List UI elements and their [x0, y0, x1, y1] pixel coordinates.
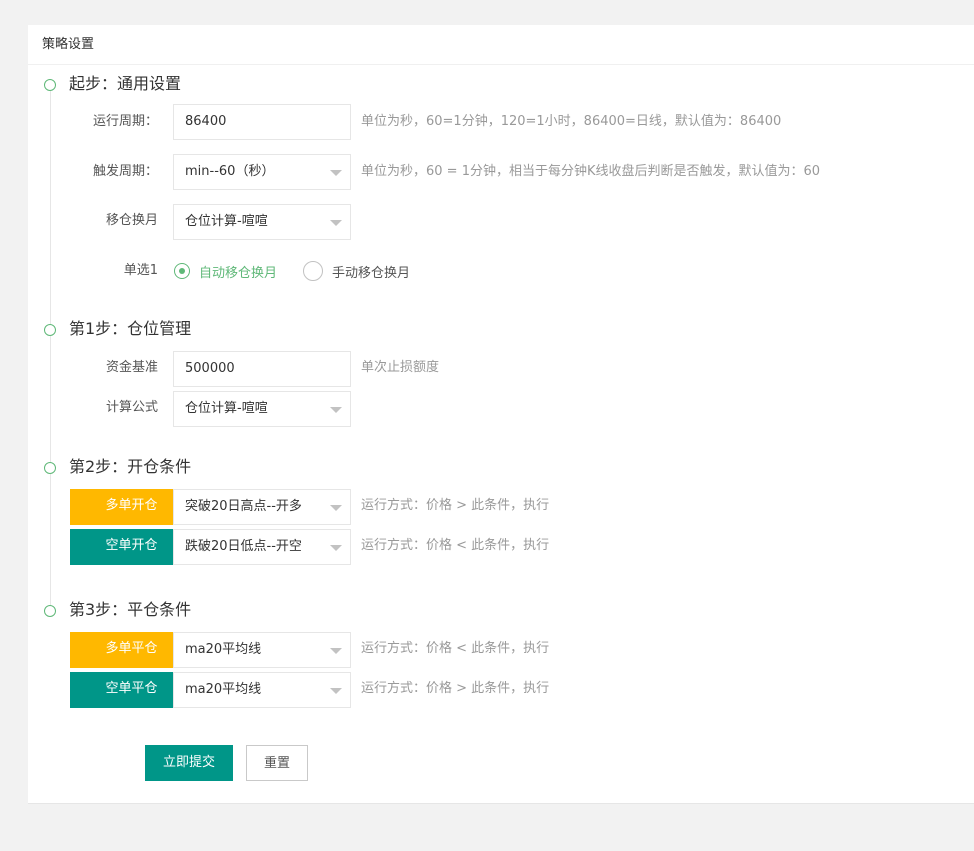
short-close-tag: 空单平仓	[70, 672, 173, 708]
step-dot-icon	[44, 605, 56, 617]
radio-unchecked-icon	[303, 261, 323, 281]
long-close-value: ma20平均线	[185, 642, 262, 657]
step-dot-icon	[44, 79, 56, 91]
timeline-connector	[50, 336, 51, 462]
timeline-connector	[50, 474, 51, 605]
chevron-down-icon	[330, 648, 342, 654]
formula-value: 仓位计算-喧喧	[185, 401, 268, 416]
long-open-tag: 多单开仓	[70, 489, 173, 525]
step-title-close: 第3步：平仓条件	[69, 600, 192, 619]
run-period-hint: 单位为秒，60=1分钟，120=1小时，86400=日线，默认值为：86400	[361, 114, 782, 129]
short-close-value: ma20平均线	[185, 682, 262, 697]
step-dot-icon	[44, 324, 56, 336]
timeline-connector	[50, 91, 51, 324]
chevron-down-icon	[330, 407, 342, 413]
radio-auto-roll-label: 自动移仓换月	[199, 265, 278, 281]
radio-manual-roll-label: 手动移仓换月	[332, 265, 411, 281]
radio-checked-icon	[174, 263, 190, 279]
radio-group-label: 单选1	[123, 263, 158, 278]
capital-hint: 单次止损额度	[361, 360, 440, 375]
short-open-select[interactable]: 跌破20日低点--开空	[173, 529, 351, 565]
short-open-value: 跌破20日低点--开空	[185, 539, 302, 554]
reset-button[interactable]: 重置	[246, 745, 308, 781]
roll-value: 仓位计算-喧喧	[185, 214, 268, 229]
step-title-open: 第2步：开仓条件	[69, 457, 192, 476]
trigger-period-value: min--60（秒）	[185, 164, 275, 179]
radio-auto-roll[interactable]: 自动移仓换月	[174, 261, 277, 281]
short-close-hint: 运行方式：价格 > 此条件，执行	[361, 681, 550, 696]
capital-label: 资金基准	[105, 360, 158, 375]
long-open-value: 突破20日高点--开多	[185, 499, 302, 514]
submit-button[interactable]: 立即提交	[145, 745, 233, 781]
trigger-period-hint: 单位为秒，60 = 1分钟，相当于每分钟K线收盘后判断是否触发，默认值为：60	[361, 164, 821, 179]
chevron-down-icon	[330, 220, 342, 226]
formula-select[interactable]: 仓位计算-喧喧	[173, 391, 351, 427]
formula-label: 计算公式	[105, 400, 158, 415]
run-period-label: 运行周期：	[92, 114, 158, 129]
long-close-hint: 运行方式：价格 < 此条件，执行	[361, 641, 550, 656]
long-close-tag: 多单平仓	[70, 632, 173, 668]
capital-input[interactable]: 500000	[173, 351, 351, 387]
card-header-title: 策略设置	[28, 25, 974, 65]
radio-manual-roll[interactable]: 手动移仓换月	[303, 261, 410, 281]
step-dot-icon	[44, 462, 56, 474]
long-close-select[interactable]: ma20平均线	[173, 632, 351, 668]
chevron-down-icon	[330, 545, 342, 551]
long-open-hint: 运行方式：价格 > 此条件，执行	[361, 498, 550, 513]
step-title-position: 第1步：仓位管理	[69, 319, 192, 338]
chevron-down-icon	[330, 688, 342, 694]
short-close-select[interactable]: ma20平均线	[173, 672, 351, 708]
run-period-input[interactable]: 86400	[173, 104, 351, 140]
strategy-settings-card: 策略设置 起步：通用设置 运行周期： 86400 单位为秒，60=1分钟，120…	[28, 25, 974, 804]
short-open-hint: 运行方式：价格 < 此条件，执行	[361, 538, 550, 553]
long-open-select[interactable]: 突破20日高点--开多	[173, 489, 351, 525]
roll-select[interactable]: 仓位计算-喧喧	[173, 204, 351, 240]
step-title-setup: 起步：通用设置	[69, 74, 182, 93]
trigger-period-select[interactable]: min--60（秒）	[173, 154, 351, 190]
roll-label: 移仓换月	[105, 213, 158, 228]
chevron-down-icon	[330, 505, 342, 511]
trigger-period-label: 触发周期：	[92, 164, 158, 179]
short-open-tag: 空单开仓	[70, 529, 173, 565]
chevron-down-icon	[330, 170, 342, 176]
